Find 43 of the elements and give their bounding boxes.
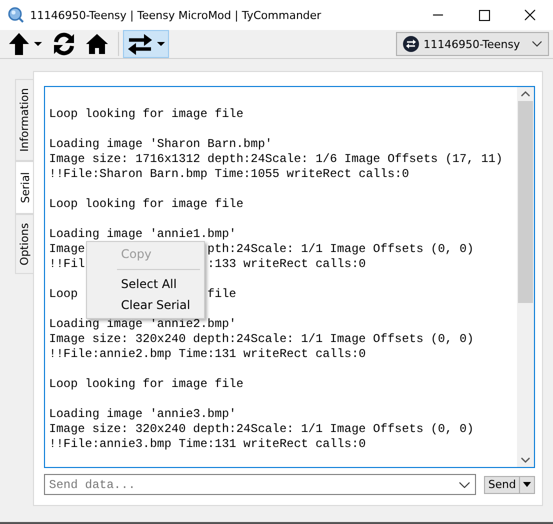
menu-item[interactable]: Clear Serial — [87, 295, 204, 316]
caret-icon — [523, 482, 531, 487]
log-line: :133 writeRect calls:0 — [207, 257, 366, 272]
magnifier-icon — [8, 7, 24, 23]
side-tab[interactable]: Options — [15, 214, 33, 274]
scrollbar[interactable] — [517, 87, 534, 467]
caret-icon — [157, 42, 165, 46]
log-line: Loading image 'annie2.bmp' — [49, 317, 236, 332]
log-line: Image — [49, 242, 86, 257]
log-line: !!File:Sharon Barn.bmp Time:1055 writeRect calls:0 — [49, 167, 410, 182]
refresh-icon — [52, 32, 76, 56]
window-title: 11146950-Teensy | Teensy MicroMod | TyCommander — [30, 8, 322, 22]
log-line: Image size: 320x240 depth:24Scale: 1/1 Image Offsets (0, 0) — [49, 332, 474, 347]
caret-icon — [34, 42, 42, 46]
log-line: Image size: 1716x1312 depth:24Scale: 1/6 Image Offsets (17, 11) — [49, 152, 503, 167]
send-field[interactable]: Send data... — [44, 474, 476, 495]
home-icon — [86, 33, 108, 55]
log-line: Loading image 'Sharon Barn.bmp' — [49, 137, 272, 152]
log-line: Image size: 320x240 depth:24Scale: 1/1 Image Offsets (0, 0) — [49, 422, 474, 437]
log-line: Loop — [49, 287, 78, 302]
log-line: Loop looking for image file — [49, 197, 244, 212]
log-line: !!File:annie3.bmp Time:131 writeRect calls:0 — [49, 437, 366, 452]
log-line: Loading image 'annie3.bmp' — [49, 407, 236, 422]
chevron-down-icon — [459, 482, 470, 488]
scroll-thumb[interactable] — [518, 101, 533, 303]
send-button[interactable]: Send — [484, 476, 520, 494]
side-tab[interactable]: Information — [15, 79, 33, 161]
log-line: !!File:annie2.bmp Time:131 writeRect calls:0 — [49, 347, 366, 362]
log-line: !!Fil — [49, 257, 86, 272]
up-arrow-icon — [8, 32, 30, 56]
send-menu-button[interactable] — [520, 476, 535, 494]
log-line: Loop looking for image file — [49, 377, 244, 392]
serial-button[interactable] — [123, 30, 169, 58]
side-tab[interactable]: Serial — [15, 160, 34, 214]
swap-circle-icon — [403, 36, 420, 52]
log-line: pth:24Scale: 1/1 Image Offsets (0, 0) — [207, 242, 474, 257]
log-line: Loop looking for image file — [49, 107, 244, 122]
log-line: Loading image 'annie1.bmp' — [49, 227, 236, 242]
log-line: file — [207, 287, 236, 302]
chevron-down-icon — [532, 41, 542, 47]
board-dropdown[interactable]: 11146950-Teensy — [396, 32, 549, 56]
menu-item[interactable]: Select All — [87, 274, 204, 295]
swap-arrows-icon — [127, 33, 153, 55]
